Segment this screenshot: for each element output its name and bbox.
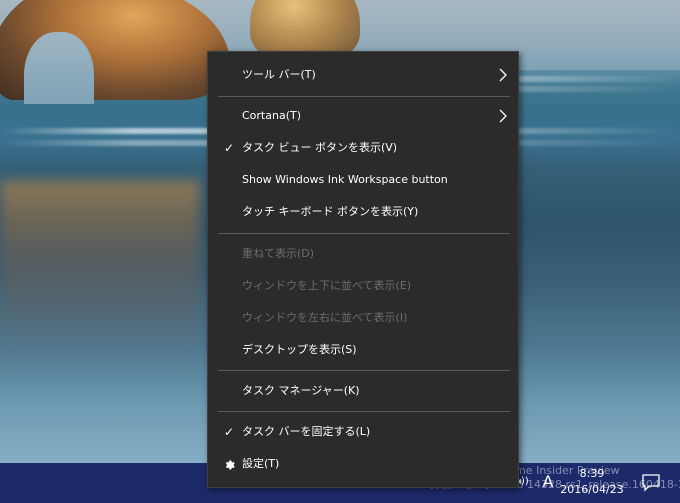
- menu-item-label: Show Windows Ink Workspace button: [242, 173, 448, 186]
- menu-item-label: Cortana(T): [242, 109, 302, 122]
- menu-item-show-task-view[interactable]: ✓ タスク ビュー ボタンを表示(V): [208, 133, 518, 163]
- menu-item-stack-windows: ウィンドウを上下に並べて表示(E): [208, 271, 518, 301]
- menu-item-label: ウィンドウを上下に並べて表示(E): [242, 279, 412, 292]
- menu-separator: [218, 411, 510, 412]
- menu-item-label: 設定(T): [242, 457, 280, 470]
- menu-item-label: タッチ キーボード ボタンを表示(Y): [242, 205, 419, 218]
- clock-time: 8:39: [579, 467, 605, 480]
- menu-separator: [218, 370, 510, 371]
- wallpaper-reflection: [0, 180, 200, 370]
- menu-item-label: ウィンドウを左右に並べて表示(I): [242, 311, 408, 324]
- menu-item-label: タスク バーを固定する(L): [242, 425, 371, 438]
- gear-icon: [222, 449, 236, 479]
- menu-item-show-touch-keyboard[interactable]: タッチ キーボード ボタンを表示(Y): [208, 197, 518, 227]
- clock-date: 2016/04/23: [560, 483, 624, 496]
- menu-item-show-ink-workspace[interactable]: Show Windows Ink Workspace button: [208, 165, 518, 195]
- checkmark-icon: ✓: [223, 141, 235, 155]
- checkmark-icon: ✓: [223, 425, 235, 439]
- menu-separator: [218, 96, 510, 97]
- taskbar-context-menu: ツール バー(T) Cortana(T) ✓ タスク ビュー ボタンを表示(V)…: [207, 51, 519, 488]
- menu-item-cascade: 重ねて表示(D): [208, 239, 518, 269]
- menu-item-lock-taskbar[interactable]: ✓ タスク バーを固定する(L): [208, 417, 518, 447]
- taskbar-clock[interactable]: 8:39 2016/04/23: [560, 466, 624, 498]
- menu-item-label: 重ねて表示(D): [242, 247, 315, 260]
- menu-separator: [218, 233, 510, 234]
- menu-item-label: タスク ビュー ボタンを表示(V): [242, 141, 398, 154]
- action-center-icon[interactable]: [640, 471, 662, 493]
- menu-item-label: デスクトップを表示(S): [242, 343, 357, 356]
- chevron-right-icon: [499, 109, 507, 123]
- menu-item-cortana[interactable]: Cortana(T): [208, 101, 518, 131]
- wallpaper-rock-arch: [24, 32, 94, 104]
- chevron-right-icon: [499, 68, 507, 82]
- menu-item-side-by-side: ウィンドウを左右に並べて表示(I): [208, 303, 518, 333]
- menu-item-task-manager[interactable]: タスク マネージャー(K): [208, 376, 518, 406]
- menu-item-label: ツール バー(T): [242, 68, 316, 81]
- ime-indicator[interactable]: A: [540, 472, 556, 491]
- menu-item-label: タスク マネージャー(K): [242, 384, 360, 397]
- menu-item-show-desktop[interactable]: デスクトップを表示(S): [208, 335, 518, 365]
- menu-item-toolbars[interactable]: ツール バー(T): [208, 60, 518, 90]
- menu-item-settings[interactable]: 設定(T): [208, 449, 518, 479]
